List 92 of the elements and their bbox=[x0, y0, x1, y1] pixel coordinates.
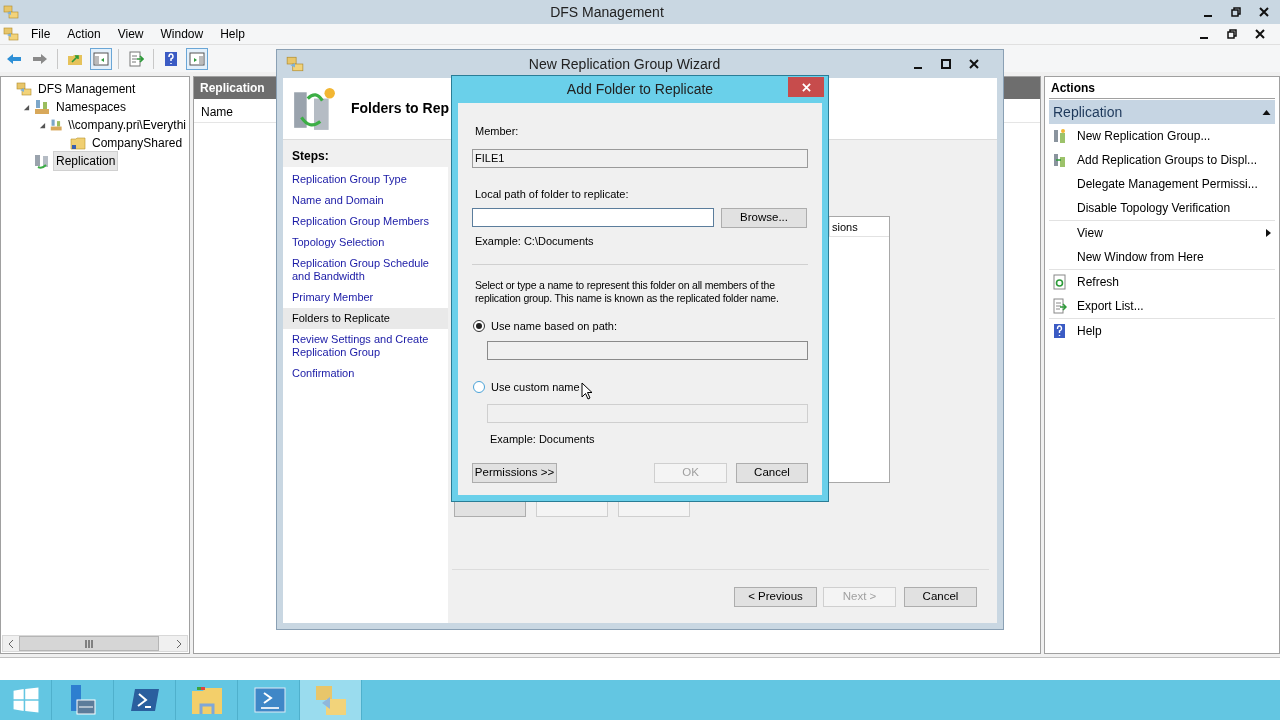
close-icon bbox=[969, 59, 979, 69]
push-button[interactable]: Permissions >> bbox=[472, 463, 557, 483]
folders-icon bbox=[16, 81, 32, 97]
pane-title: Actions bbox=[1051, 79, 1095, 97]
task-link[interactable]: Help bbox=[1049, 319, 1275, 343]
push-button[interactable]: Cancel bbox=[736, 463, 808, 483]
name-field[interactable] bbox=[487, 341, 808, 360]
wizard-step[interactable]: Review Settings and Create Replication Group bbox=[283, 329, 448, 363]
example-text: Example: Documents bbox=[490, 432, 596, 447]
server-replication-icon bbox=[291, 85, 337, 132]
menu-item[interactable]: View bbox=[110, 25, 151, 43]
close-icon bbox=[801, 82, 811, 92]
scroll-left-icon[interactable] bbox=[8, 638, 14, 649]
radio-label[interactable]: Use name based on path: bbox=[491, 317, 617, 334]
toolbar-button[interactable] bbox=[90, 47, 112, 70]
tree-item[interactable]: DFS Management bbox=[35, 80, 139, 99]
scroll-right-icon[interactable] bbox=[176, 638, 182, 649]
menu-item[interactable]: Action bbox=[60, 25, 108, 43]
folders-icon bbox=[3, 4, 19, 20]
help-icon bbox=[163, 50, 179, 67]
folders-icon bbox=[3, 26, 19, 42]
task-link[interactable]: Export List... bbox=[1049, 294, 1275, 318]
wizard-step[interactable]: Confirmation bbox=[283, 363, 448, 384]
field-label: Member: bbox=[475, 124, 520, 139]
steps-heading: Steps: bbox=[292, 147, 329, 165]
windows-logo-icon bbox=[11, 686, 40, 714]
server-arrow-icon bbox=[1053, 152, 1067, 168]
task-link[interactable]: New Window from Here bbox=[1049, 245, 1275, 269]
task-link[interactable]: View bbox=[1049, 221, 1275, 245]
window-title: New Replication Group Wizard bbox=[527, 54, 722, 74]
server-group-icon bbox=[34, 99, 50, 115]
pane-icon bbox=[93, 50, 109, 67]
push-button[interactable]: Browse... bbox=[721, 208, 807, 228]
help-icon bbox=[1053, 323, 1067, 339]
tree-item[interactable]: Replication bbox=[53, 151, 119, 171]
refresh-icon bbox=[1053, 274, 1067, 290]
server-star-icon bbox=[1053, 128, 1067, 144]
wizard-step[interactable]: Replication Group Type bbox=[283, 169, 448, 190]
task-link[interactable]: Disable Topology Verification bbox=[1049, 196, 1275, 220]
task-link[interactable]: Refresh bbox=[1049, 270, 1275, 294]
path-input[interactable] bbox=[472, 208, 714, 227]
pane-title: Replication bbox=[200, 80, 265, 97]
minimize-icon bbox=[1203, 15, 1213, 17]
task-link[interactable]: New Replication Group... bbox=[1049, 124, 1275, 148]
page-title: Folders to Rep bbox=[351, 99, 449, 118]
menu-item[interactable]: File bbox=[24, 25, 58, 43]
grip-icon bbox=[85, 639, 93, 648]
restore-icon bbox=[1227, 29, 1237, 39]
scrollbar-thumb[interactable] bbox=[19, 636, 159, 651]
expander-icon[interactable] bbox=[22, 103, 30, 111]
tree-item[interactable]: CompanyShared bbox=[89, 133, 186, 153]
wizard-step[interactable]: Replication Group Schedule and Bandwidth bbox=[283, 253, 448, 287]
tree-item[interactable]: Namespaces bbox=[53, 97, 130, 117]
export-list-icon bbox=[128, 50, 144, 67]
tree-item[interactable]: \\company.pri\Everythi bbox=[65, 115, 189, 135]
wizard-step[interactable]: Topology Selection bbox=[283, 232, 448, 253]
wizard-step[interactable]: Primary Member bbox=[283, 287, 448, 308]
push-button[interactable]: < Previous bbox=[734, 586, 817, 607]
mouse-pointer-icon bbox=[580, 382, 593, 400]
horizontal-scrollbar[interactable] bbox=[2, 635, 188, 652]
collapse-icon bbox=[1262, 109, 1271, 115]
field-label: Local path of folder to replicate: bbox=[475, 186, 630, 202]
menu-item[interactable]: Help bbox=[213, 25, 252, 43]
example-text: Example: C:\Documents bbox=[475, 234, 595, 249]
toolbar-button[interactable] bbox=[186, 47, 208, 70]
member-field: FILE1 bbox=[472, 148, 808, 168]
pane-icon bbox=[189, 50, 205, 67]
replication-icon bbox=[34, 153, 50, 169]
expander-icon[interactable] bbox=[39, 121, 47, 129]
close-icon bbox=[1259, 7, 1269, 17]
server-group-icon bbox=[49, 117, 63, 133]
section-header[interactable]: Replication bbox=[1049, 100, 1275, 124]
export-list-icon bbox=[1053, 298, 1067, 314]
close-icon bbox=[1255, 29, 1265, 39]
minimize-icon bbox=[1199, 37, 1209, 39]
wizard-step[interactable]: Folders to Replicate bbox=[283, 308, 448, 329]
task-link[interactable]: Delegate Management Permissi... bbox=[1049, 172, 1275, 196]
wizard-step[interactable]: Name and Domain bbox=[283, 190, 448, 211]
window-title: DFS Management bbox=[549, 2, 665, 22]
restore-icon bbox=[1231, 7, 1241, 17]
folders-icon bbox=[286, 55, 304, 73]
menu-item[interactable]: Window bbox=[153, 25, 211, 43]
dialog-title: Add Folder to Replicate bbox=[565, 80, 715, 99]
maximize-icon bbox=[941, 59, 951, 69]
description-text: Select or type a name to represent this folder on all members of the replication group. This name is known as the replicated folder name. bbox=[475, 278, 780, 305]
column-header[interactable]: Name bbox=[194, 101, 270, 122]
folder-icon bbox=[70, 135, 86, 151]
push-button[interactable]: Cancel bbox=[904, 586, 977, 607]
radio-button[interactable] bbox=[473, 319, 485, 332]
minimize-icon bbox=[913, 67, 923, 69]
wizard-step[interactable]: Replication Group Members bbox=[283, 211, 448, 232]
task-link[interactable]: Add Replication Groups to Displ... bbox=[1049, 148, 1275, 172]
